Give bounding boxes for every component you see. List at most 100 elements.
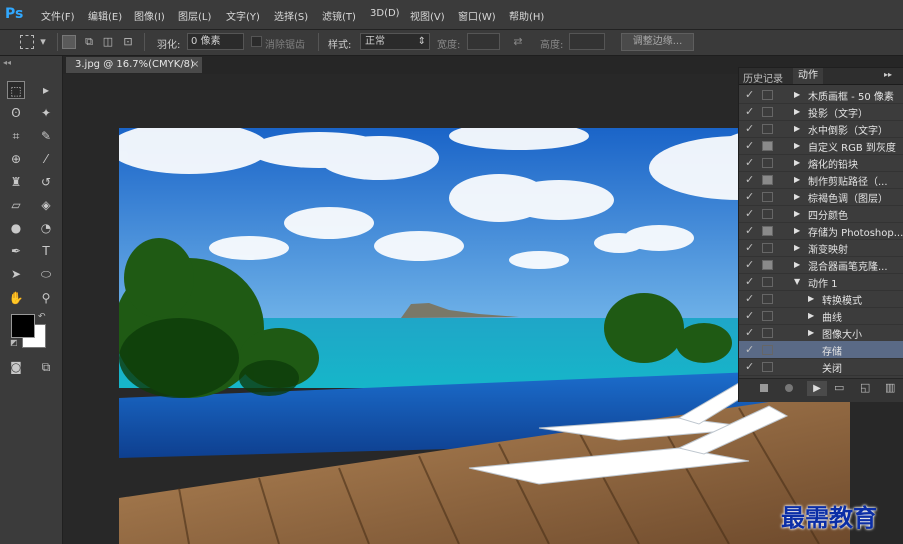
foreground-color-swatch[interactable] bbox=[11, 314, 35, 338]
clone-stamp-tool-icon[interactable]: ♜ bbox=[7, 173, 25, 191]
marquee-tool-icon[interactable]: ⬚ bbox=[7, 81, 25, 99]
toggle-check-icon[interactable]: ✓ bbox=[745, 190, 754, 203]
expand-triangle-icon[interactable]: ▶ bbox=[794, 158, 800, 167]
dialog-toggle-icon[interactable] bbox=[762, 141, 773, 151]
dialog-toggle-icon[interactable] bbox=[762, 158, 773, 168]
menu-select[interactable]: 选择(S) bbox=[274, 8, 308, 23]
menu-file[interactable]: 文件(F) bbox=[41, 8, 75, 23]
action-row[interactable]: ✓ ▶ 熔化的铅块 bbox=[739, 154, 903, 172]
eyedropper-tool-icon[interactable]: ✎ bbox=[37, 127, 55, 145]
action-row[interactable]: ✓ 关闭 bbox=[739, 358, 903, 376]
dialog-toggle-icon[interactable] bbox=[762, 277, 773, 287]
expand-triangle-icon[interactable]: ▶ bbox=[794, 226, 800, 235]
toggle-check-icon[interactable]: ✓ bbox=[745, 173, 754, 186]
crop-tool-icon[interactable]: ⌗ bbox=[7, 127, 25, 145]
dialog-toggle-icon[interactable] bbox=[762, 90, 773, 100]
toggle-check-icon[interactable]: ✓ bbox=[745, 292, 754, 305]
toggle-check-icon[interactable]: ✓ bbox=[745, 139, 754, 152]
dialog-toggle-icon[interactable] bbox=[762, 362, 773, 372]
lasso-tool-icon[interactable]: ʘ bbox=[7, 104, 25, 122]
action-row[interactable]: ✓ ▶ 水中倒影（文字） bbox=[739, 120, 903, 138]
swap-colors-icon[interactable]: ↶ bbox=[38, 312, 46, 322]
action-row[interactable]: ✓ ▶ 转换模式 bbox=[739, 290, 903, 308]
history-brush-tool-icon[interactable]: ↺ bbox=[37, 173, 55, 191]
record-icon[interactable] bbox=[785, 384, 793, 392]
dialog-toggle-icon[interactable] bbox=[762, 260, 773, 270]
dialog-toggle-icon[interactable] bbox=[762, 192, 773, 202]
quick-mask-icon[interactable]: ◙ bbox=[7, 358, 25, 376]
menu-type[interactable]: 文字(Y) bbox=[226, 8, 260, 23]
expand-triangle-icon[interactable]: ▶ bbox=[794, 209, 800, 218]
action-row[interactable]: ✓ 存储 bbox=[739, 341, 903, 359]
trash-icon[interactable]: ▥ bbox=[885, 381, 895, 394]
expand-triangle-icon[interactable]: ▶ bbox=[794, 192, 800, 201]
toggle-check-icon[interactable]: ✓ bbox=[745, 105, 754, 118]
expand-triangle-icon[interactable]: ▶ bbox=[794, 107, 800, 116]
action-row[interactable]: ✓ ▼ 动作 1 bbox=[739, 273, 903, 291]
dodge-tool-icon[interactable]: ◔ bbox=[37, 219, 55, 237]
action-row[interactable]: ✓ ▶ 四分颜色 bbox=[739, 205, 903, 223]
action-row[interactable]: ✓ ▶ 制作剪贴路径（... bbox=[739, 171, 903, 189]
expand-triangle-icon[interactable]: ▶ bbox=[794, 260, 800, 269]
toggle-check-icon[interactable]: ✓ bbox=[745, 326, 754, 339]
dialog-toggle-icon[interactable] bbox=[762, 243, 773, 253]
expand-triangle-icon[interactable]: ▶ bbox=[808, 311, 814, 320]
type-tool-icon[interactable]: T bbox=[37, 242, 55, 260]
toggle-check-icon[interactable]: ✓ bbox=[745, 241, 754, 254]
collapse-triangle-icon[interactable]: ▼ bbox=[794, 277, 800, 286]
menu-help[interactable]: 帮助(H) bbox=[509, 8, 544, 23]
expand-triangle-icon[interactable]: ▶ bbox=[794, 90, 800, 99]
collapse-icon[interactable]: ◂◂ bbox=[3, 58, 11, 67]
folder-icon[interactable]: ▭ bbox=[834, 381, 844, 394]
toggle-check-icon[interactable]: ✓ bbox=[745, 207, 754, 220]
action-row[interactable]: ✓ ▶ 混合器画笔克隆... bbox=[739, 256, 903, 274]
refine-edge-button[interactable]: 调整边缘... bbox=[621, 33, 694, 51]
action-row[interactable]: ✓ ▶ 存储为 Photoshop... bbox=[739, 222, 903, 240]
dialog-toggle-icon[interactable] bbox=[762, 107, 773, 117]
menu-view[interactable]: 视图(V) bbox=[410, 8, 445, 23]
blur-tool-icon[interactable]: ● bbox=[7, 219, 25, 237]
toggle-check-icon[interactable]: ✓ bbox=[745, 122, 754, 135]
dialog-toggle-icon[interactable] bbox=[762, 311, 773, 321]
dialog-toggle-icon[interactable] bbox=[762, 328, 773, 338]
close-tab-icon[interactable]: × bbox=[191, 57, 199, 73]
expand-triangle-icon[interactable]: ▶ bbox=[794, 175, 800, 184]
width-input[interactable] bbox=[467, 33, 500, 50]
eraser-tool-icon[interactable]: ▱ bbox=[7, 196, 25, 214]
action-row[interactable]: ✓ ▶ 图像大小 bbox=[739, 324, 903, 342]
dialog-toggle-icon[interactable] bbox=[762, 209, 773, 219]
add-selection-icon[interactable]: ⧉ bbox=[82, 35, 96, 49]
toggle-check-icon[interactable]: ✓ bbox=[745, 360, 754, 373]
dialog-toggle-icon[interactable] bbox=[762, 124, 773, 134]
height-input[interactable] bbox=[569, 33, 605, 50]
action-row[interactable]: ✓ ▶ 投影（文字） bbox=[739, 103, 903, 121]
swap-icon[interactable]: ⇄ bbox=[511, 35, 525, 49]
intersect-selection-icon[interactable]: ⊡ bbox=[121, 35, 135, 49]
path-select-tool-icon[interactable]: ➤ bbox=[7, 265, 25, 283]
tab-actions[interactable]: 动作 bbox=[793, 68, 823, 84]
zoom-tool-icon[interactable]: ⚲ bbox=[37, 289, 55, 307]
pen-tool-icon[interactable]: ✒ bbox=[7, 242, 25, 260]
toggle-check-icon[interactable]: ✓ bbox=[745, 88, 754, 101]
subtract-selection-icon[interactable]: ◫ bbox=[101, 35, 115, 49]
expand-triangle-icon[interactable]: ▶ bbox=[794, 124, 800, 133]
style-select[interactable]: 正常 ⇕ bbox=[360, 33, 430, 50]
menu-3d[interactable]: 3D(D) bbox=[370, 8, 400, 19]
action-row[interactable]: ✓ ▶ 自定义 RGB 到灰度 bbox=[739, 137, 903, 155]
dialog-toggle-icon[interactable] bbox=[762, 226, 773, 236]
toggle-check-icon[interactable]: ✓ bbox=[745, 275, 754, 288]
panel-menu-icon[interactable]: ▸▸ bbox=[884, 70, 892, 79]
menu-window[interactable]: 窗口(W) bbox=[458, 8, 496, 23]
new-selection-icon[interactable] bbox=[62, 35, 76, 49]
dialog-toggle-icon[interactable] bbox=[762, 294, 773, 304]
move-tool-icon[interactable]: ▸ bbox=[37, 81, 55, 99]
action-row[interactable]: ✓ ▶ 曲线 bbox=[739, 307, 903, 325]
marquee-preset-icon[interactable] bbox=[20, 35, 34, 49]
toggle-check-icon[interactable]: ✓ bbox=[745, 224, 754, 237]
expand-triangle-icon[interactable]: ▶ bbox=[794, 141, 800, 150]
toggle-check-icon[interactable]: ✓ bbox=[745, 258, 754, 271]
expand-triangle-icon[interactable]: ▶ bbox=[808, 328, 814, 337]
expand-triangle-icon[interactable]: ▶ bbox=[794, 243, 800, 252]
action-row[interactable]: ✓ ▶ 棕褐色调（图层） bbox=[739, 188, 903, 206]
antialias-checkbox[interactable] bbox=[251, 36, 262, 47]
